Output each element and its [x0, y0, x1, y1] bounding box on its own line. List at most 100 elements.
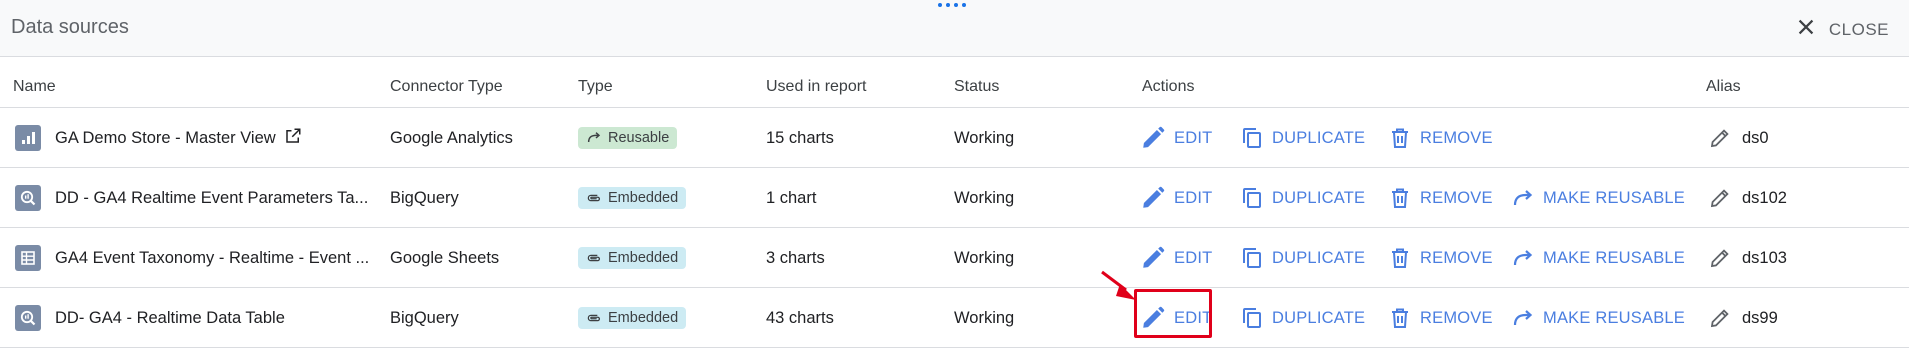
connector-type: Google Sheets [390, 248, 500, 267]
type-chip: Embedded [578, 247, 687, 269]
edit-alias-icon[interactable] [1708, 186, 1732, 210]
edit-button[interactable]: EDIT [1140, 168, 1212, 228]
analytics-icon [15, 125, 41, 151]
duplicate-button[interactable]: DUPLICATE [1240, 288, 1365, 348]
alias-cell[interactable]: ds0 [1708, 108, 1769, 168]
type-chip-label: Embedded [608, 310, 679, 326]
data-source-name-cell: GA Demo Store - Master View [15, 108, 302, 168]
edit-button[interactable]: EDIT [1140, 108, 1212, 168]
make-reusable-button[interactable]: MAKE REUSABLE [1511, 168, 1685, 228]
type-chip: Reusable [578, 127, 678, 149]
alias-cell[interactable]: ds99 [1708, 288, 1778, 348]
table-row: GA4 Event Taxonomy - Realtime - Event ..… [0, 228, 1909, 288]
alias-cell[interactable]: ds103 [1708, 228, 1787, 288]
remove-label: REMOVE [1420, 188, 1493, 207]
data-source-name[interactable]: DD- GA4 - Realtime Data Table [55, 309, 285, 328]
table-row: GA Demo Store - Master View Google Analy… [0, 108, 1909, 168]
status: Working [954, 308, 1015, 327]
remove-label: REMOVE [1420, 308, 1493, 327]
column-header-actions: Actions [1142, 78, 1195, 95]
panel-header: Data sources CLOSE [0, 0, 1909, 57]
remove-button[interactable]: REMOVE [1388, 168, 1493, 228]
remove-label: REMOVE [1420, 248, 1493, 267]
data-source-name-cell: DD - GA4 Realtime Event Parameters Ta... [15, 168, 368, 228]
data-source-name-cell: DD- GA4 - Realtime Data Table [15, 288, 285, 348]
type-chip: Embedded [578, 187, 687, 209]
remove-button[interactable]: REMOVE [1388, 228, 1493, 288]
type-chip-label: Embedded [608, 250, 679, 266]
column-header-used: Used in report [766, 78, 867, 95]
data-source-name[interactable]: GA4 Event Taxonomy - Realtime - Event ..… [55, 249, 369, 268]
duplicate-label: DUPLICATE [1272, 248, 1366, 267]
embedded-link-icon [586, 250, 602, 266]
bigquery-icon [15, 185, 41, 211]
copy-icon [1240, 126, 1264, 150]
edit-label: EDIT [1174, 248, 1213, 267]
reusable-icon [586, 130, 602, 146]
make-reusable-label: MAKE REUSABLE [1543, 188, 1685, 207]
table-row: DD - GA4 Realtime Event Parameters Ta...… [0, 168, 1909, 228]
close-button[interactable]: CLOSE [1795, 16, 1889, 43]
remove-label: REMOVE [1420, 128, 1493, 147]
share-arrow-icon [1511, 306, 1535, 330]
remove-button[interactable]: REMOVE [1388, 288, 1493, 348]
make-reusable-button[interactable]: MAKE REUSABLE [1511, 288, 1685, 348]
edit-button[interactable]: EDIT [1140, 288, 1212, 348]
column-header-name: Name [13, 78, 56, 95]
data-source-name[interactable]: DD - GA4 Realtime Event Parameters Ta... [55, 189, 368, 208]
duplicate-label: DUPLICATE [1272, 128, 1366, 147]
edit-alias-icon[interactable] [1708, 306, 1732, 330]
column-header-alias: Alias [1706, 78, 1741, 95]
edit-alias-icon[interactable] [1708, 246, 1732, 270]
trash-icon [1388, 186, 1412, 210]
table-header: Name Connector Type Type Used in report … [0, 58, 1909, 108]
duplicate-button[interactable]: DUPLICATE [1240, 108, 1365, 168]
type-cell: Embedded [578, 228, 687, 288]
column-header-connector: Connector Type [390, 78, 503, 95]
type-chip-label: Embedded [608, 190, 679, 206]
data-source-name[interactable]: GA Demo Store - Master View [55, 129, 276, 148]
drag-handle[interactable] [938, 3, 970, 9]
trash-icon [1388, 306, 1412, 330]
alias-value: ds0 [1742, 128, 1769, 147]
type-cell: Embedded [578, 288, 687, 348]
share-arrow-icon [1511, 186, 1535, 210]
connector-type: BigQuery [390, 308, 459, 327]
edit-alias-icon[interactable] [1708, 126, 1732, 150]
used-in-report: 43 charts [766, 308, 834, 327]
status: Working [954, 188, 1015, 207]
data-source-name-cell: GA4 Event Taxonomy - Realtime - Event ..… [15, 228, 369, 288]
pencil-icon [1140, 245, 1166, 271]
connector-type: Google Analytics [390, 128, 513, 147]
close-label: CLOSE [1828, 19, 1889, 39]
embedded-link-icon [586, 310, 602, 326]
pencil-icon [1140, 185, 1166, 211]
type-cell: Reusable [578, 108, 678, 168]
status: Working [954, 248, 1015, 267]
copy-icon [1240, 306, 1264, 330]
edit-button[interactable]: EDIT [1140, 228, 1212, 288]
alias-value: ds102 [1742, 188, 1787, 207]
bigquery-icon [15, 305, 41, 331]
used-in-report: 1 chart [766, 188, 817, 207]
data-sources-table: Name Connector Type Type Used in report … [0, 58, 1909, 348]
used-in-report: 3 charts [766, 248, 825, 267]
trash-icon [1388, 246, 1412, 270]
make-reusable-button[interactable]: MAKE REUSABLE [1511, 228, 1685, 288]
duplicate-button[interactable]: DUPLICATE [1240, 228, 1365, 288]
edit-label: EDIT [1174, 128, 1213, 147]
remove-button[interactable]: REMOVE [1388, 108, 1493, 168]
open-in-new-icon[interactable] [284, 127, 302, 150]
close-icon [1795, 16, 1817, 43]
duplicate-button[interactable]: DUPLICATE [1240, 168, 1365, 228]
make-reusable-label: MAKE REUSABLE [1543, 248, 1685, 267]
make-reusable-label: MAKE REUSABLE [1543, 308, 1685, 327]
used-in-report: 15 charts [766, 128, 834, 147]
column-header-status: Status [954, 78, 1000, 95]
type-cell: Embedded [578, 168, 687, 228]
duplicate-label: DUPLICATE [1272, 188, 1366, 207]
type-chip: Embedded [578, 307, 687, 329]
alias-cell[interactable]: ds102 [1708, 168, 1787, 228]
duplicate-label: DUPLICATE [1272, 308, 1366, 327]
alias-value: ds103 [1742, 248, 1787, 267]
